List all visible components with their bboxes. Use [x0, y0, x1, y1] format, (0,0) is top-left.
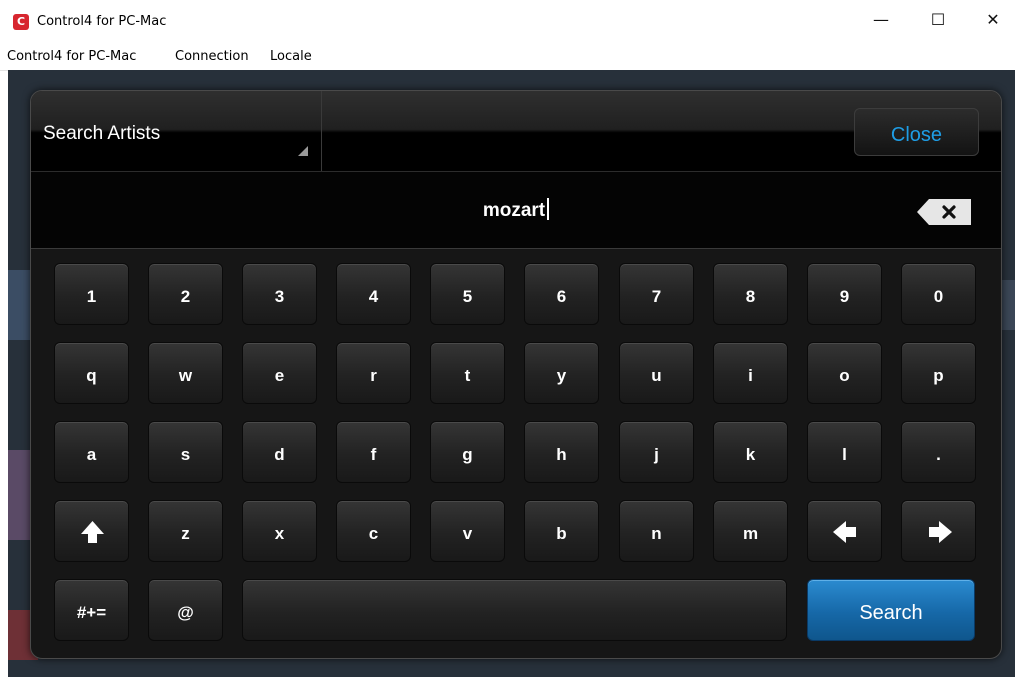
search-header: Search Artists Close: [31, 91, 1001, 171]
key-l[interactable]: l: [807, 421, 882, 483]
key-a[interactable]: a: [54, 421, 129, 483]
key-g[interactable]: g: [430, 421, 505, 483]
text-cursor: [547, 198, 550, 220]
menu-control4[interactable]: Control4 for PC-Mac: [7, 49, 136, 64]
key-q[interactable]: q: [54, 342, 129, 404]
menu-locale[interactable]: Locale: [270, 49, 312, 64]
close-window-button[interactable]: ✕: [970, 0, 1015, 40]
key-s[interactable]: s: [148, 421, 223, 483]
key-h[interactable]: h: [524, 421, 599, 483]
key-3[interactable]: 3: [242, 263, 317, 325]
minimize-button[interactable]: —: [858, 0, 904, 40]
search-button[interactable]: Search: [807, 579, 975, 641]
key-period[interactable]: .: [901, 421, 976, 483]
key-y[interactable]: y: [524, 342, 599, 404]
key-t[interactable]: t: [430, 342, 505, 404]
arrow-right-key[interactable]: [901, 500, 976, 562]
title-bar: C Control4 for PC-Mac — ☐ ✕: [0, 0, 1015, 40]
key-o[interactable]: o: [807, 342, 882, 404]
menu-connection[interactable]: Connection: [175, 49, 249, 64]
key-0[interactable]: 0: [901, 263, 976, 325]
maximize-button[interactable]: ☐: [915, 0, 961, 40]
app-area: Search Artists Close mozart 1234567890qw…: [8, 70, 1015, 677]
key-7[interactable]: 7: [619, 263, 694, 325]
search-keyboard-panel: Search Artists Close mozart 1234567890qw…: [30, 90, 1002, 659]
key-4[interactable]: 4: [336, 263, 411, 325]
key-c[interactable]: c: [336, 500, 411, 562]
key-5[interactable]: 5: [430, 263, 505, 325]
key-w[interactable]: w: [148, 342, 223, 404]
menu-bar: Control4 for PC-Mac Connection Locale: [0, 44, 1015, 71]
key-r[interactable]: r: [336, 342, 411, 404]
shift-key[interactable]: [54, 500, 129, 562]
key-1[interactable]: 1: [54, 263, 129, 325]
space-key[interactable]: [242, 579, 787, 641]
key-k[interactable]: k: [713, 421, 788, 483]
app-logo-icon: C: [13, 14, 29, 30]
search-input[interactable]: mozart: [31, 171, 1001, 249]
key-x[interactable]: x: [242, 500, 317, 562]
symbols-key[interactable]: #+=: [54, 579, 129, 641]
key-n[interactable]: n: [619, 500, 694, 562]
key-i[interactable]: i: [713, 342, 788, 404]
key-z[interactable]: z: [148, 500, 223, 562]
search-type-dropdown[interactable]: Search Artists: [31, 91, 322, 171]
search-type-label: Search Artists: [43, 123, 161, 144]
window-title: Control4 for PC-Mac: [37, 14, 167, 29]
key-9[interactable]: 9: [807, 263, 882, 325]
backspace-icon[interactable]: [917, 199, 971, 225]
key-d[interactable]: d: [242, 421, 317, 483]
key-m[interactable]: m: [713, 500, 788, 562]
key-6[interactable]: 6: [524, 263, 599, 325]
at-key[interactable]: @: [148, 579, 223, 641]
search-input-field: mozart: [31, 198, 1001, 222]
key-8[interactable]: 8: [713, 263, 788, 325]
key-2[interactable]: 2: [148, 263, 223, 325]
key-f[interactable]: f: [336, 421, 411, 483]
dropdown-indicator-icon: [298, 146, 308, 156]
key-v[interactable]: v: [430, 500, 505, 562]
key-j[interactable]: j: [619, 421, 694, 483]
key-e[interactable]: e: [242, 342, 317, 404]
arrow-left-key[interactable]: [807, 500, 882, 562]
key-u[interactable]: u: [619, 342, 694, 404]
search-query-text: mozart: [482, 200, 546, 221]
key-p[interactable]: p: [901, 342, 976, 404]
key-b[interactable]: b: [524, 500, 599, 562]
close-button[interactable]: Close: [854, 108, 979, 156]
